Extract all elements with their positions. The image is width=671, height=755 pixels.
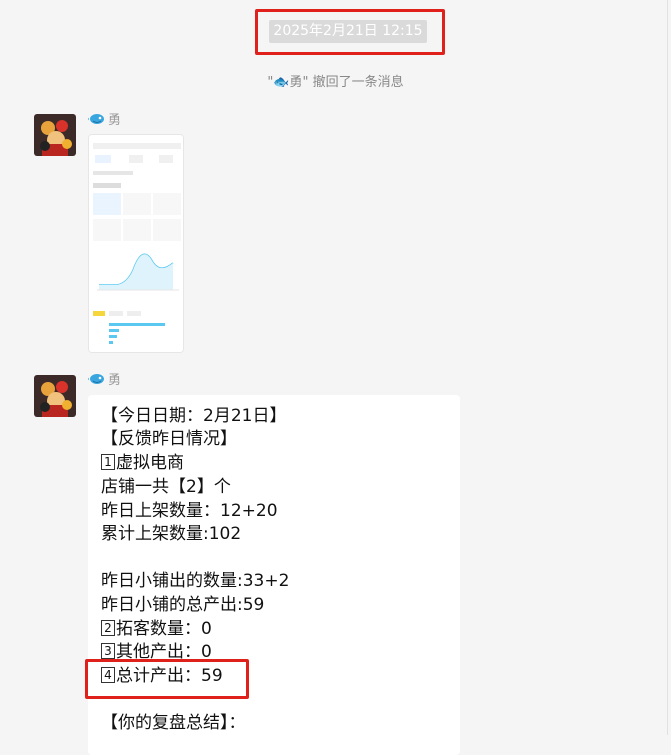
fish-icon [88, 373, 104, 384]
total-output-highlight-box [85, 659, 249, 699]
avatar[interactable] [34, 114, 76, 156]
message-line: 昨日上架数量：12+20 [101, 501, 278, 521]
number-badge: 1 [101, 454, 115, 470]
message-line: 【反馈昨日情况】 [101, 429, 237, 449]
scrollbar-track[interactable] [667, 0, 668, 735]
phone-screenshot-preview [89, 135, 183, 352]
fish-icon [88, 113, 104, 124]
message-line: 1 虚拟电商 [101, 452, 184, 474]
message-line: 2 拓客数量：0 [101, 618, 212, 640]
message-line: 店铺一共【2】个 [101, 477, 231, 497]
avatar-image [34, 375, 76, 417]
message-line: 昨日小铺出的数量:33+2 [101, 571, 290, 591]
message-line: 【今日日期：2月21日】 [101, 406, 287, 426]
recall-notice-text: "🐟勇" 撤回了一条消息 [267, 75, 404, 90]
message-line: 【你的复盘总结】： [101, 713, 246, 733]
avatar[interactable] [34, 375, 76, 417]
sender-name: 勇 [108, 113, 122, 128]
number-badge: 2 [101, 620, 115, 636]
sender-name: 勇 [108, 373, 122, 388]
message-line: 昨日小铺的总产出:59 [101, 595, 265, 615]
sender-label: 勇 [88, 369, 121, 388]
sender-label: 勇 [88, 109, 121, 128]
avatar-image [34, 114, 76, 156]
number-badge: 3 [101, 643, 115, 659]
image-message-thumbnail[interactable] [88, 134, 184, 353]
message-line: 累计上架数量:102 [101, 524, 242, 544]
timestamp-highlight-box [255, 9, 445, 55]
recall-notice: "🐟勇" 撤回了一条消息 [0, 71, 671, 90]
text-message-bubble[interactable]: 【今日日期：2月21日】 【反馈昨日情况】 1 虚拟电商 店铺一共【2】个 昨日上… [88, 395, 460, 755]
